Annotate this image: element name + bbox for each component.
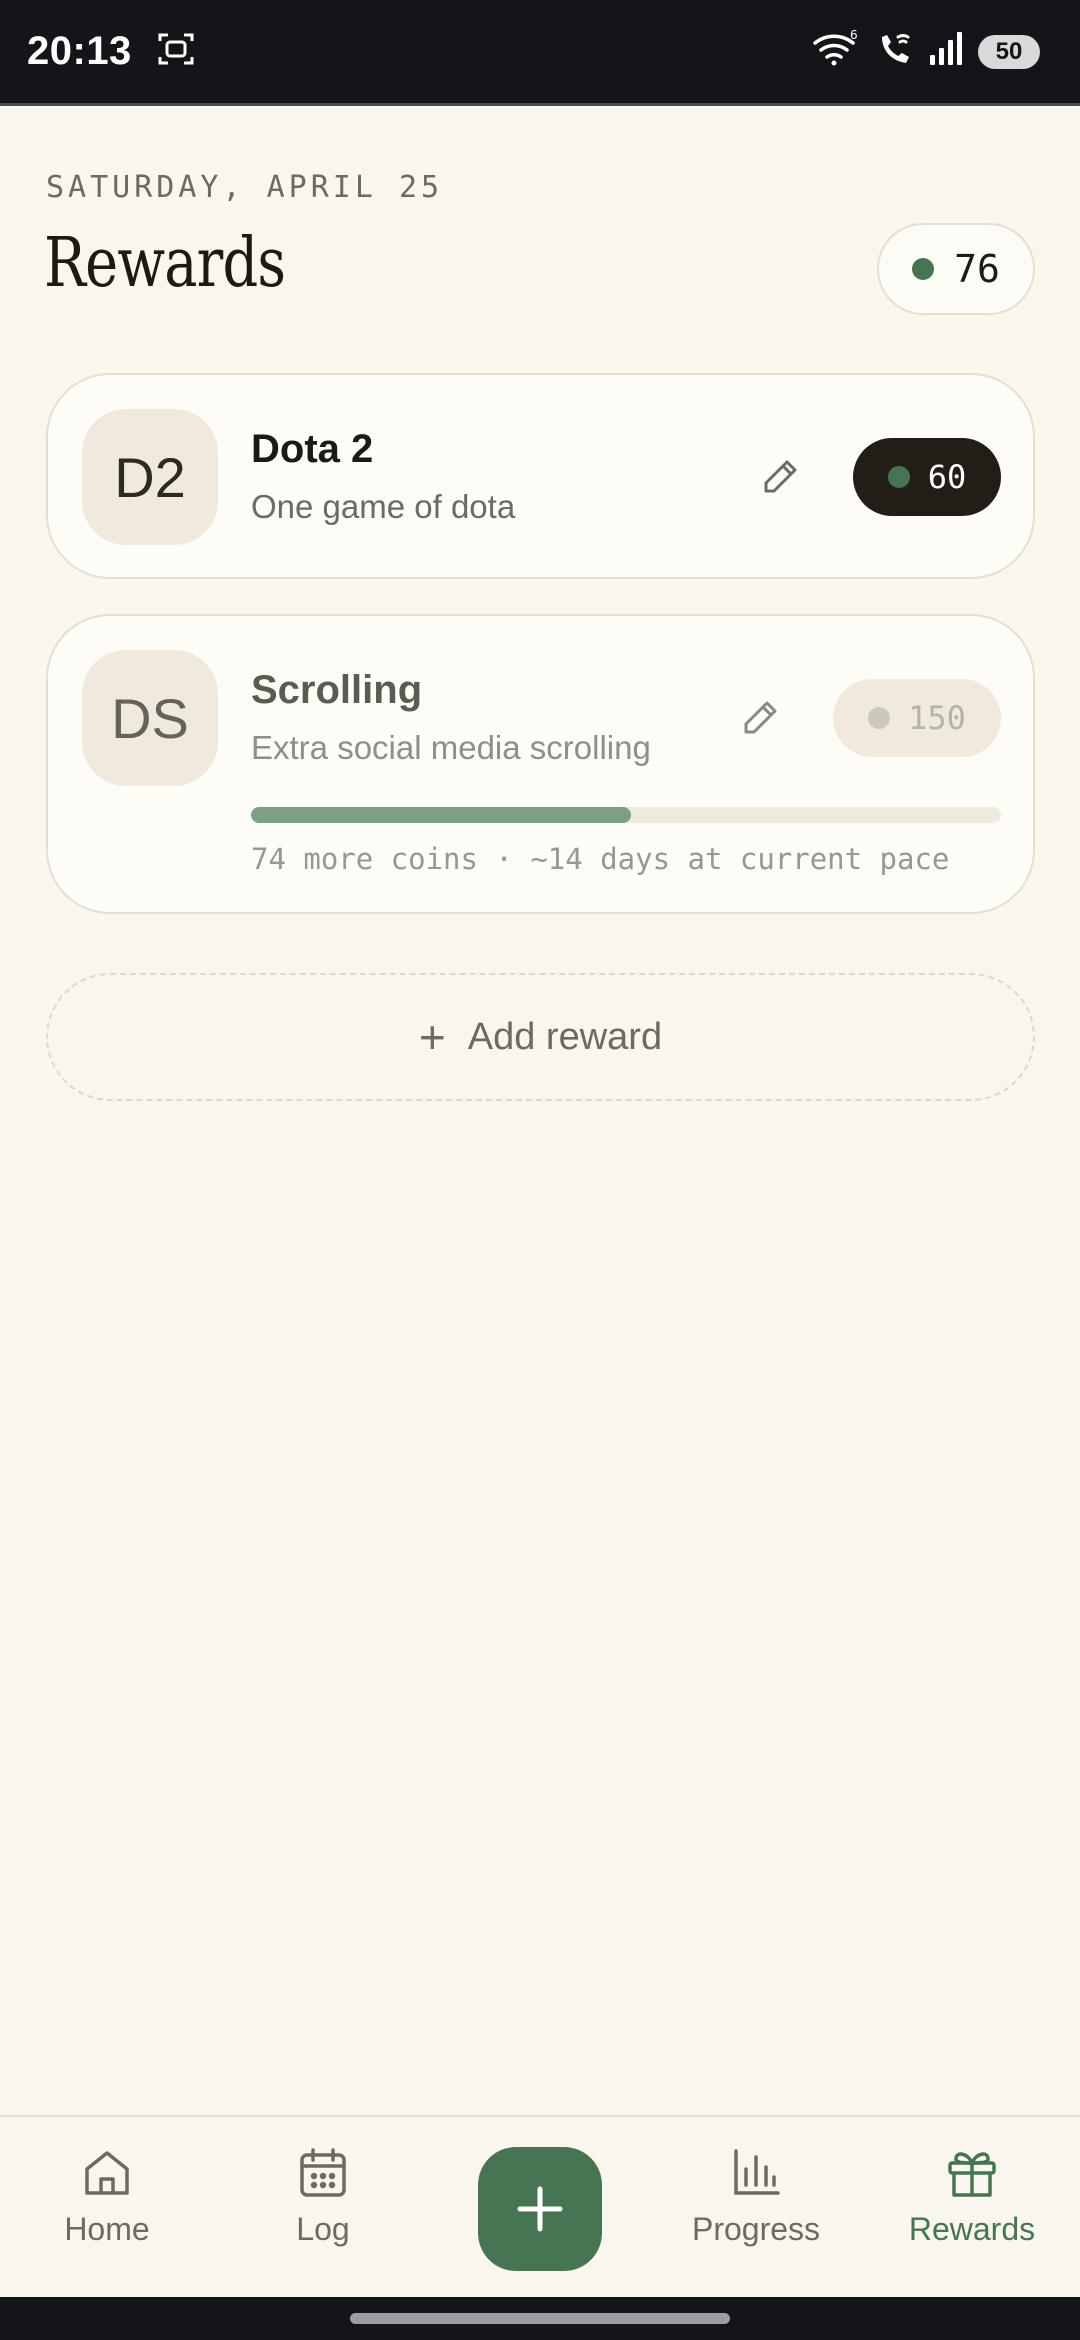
reward-name: Dota 2 (251, 427, 374, 471)
reward-progress-text: 74 more coins · ~14 days at current pace (251, 842, 950, 876)
status-bar: 20:13 6 50 (0, 0, 1080, 106)
signal-icon (928, 29, 964, 74)
add-reward-label: Add reward (467, 1015, 663, 1058)
status-right: 6 50 (812, 28, 1040, 74)
svg-text:6: 6 (850, 29, 858, 42)
reward-progress-fill (251, 807, 632, 823)
gift-icon (948, 2152, 996, 2197)
nav-item-progress[interactable]: Progress (666, 2145, 846, 2248)
nav-item-rewards[interactable]: Rewards (882, 2145, 1062, 2248)
coin-icon (912, 258, 935, 280)
coin-balance-value: 76 (954, 247, 1000, 291)
status-left: 20:13 (27, 29, 196, 74)
plus-icon (517, 2186, 563, 2232)
bar-chart-icon (734, 2149, 780, 2195)
reward-progress-bar (251, 807, 1001, 823)
reward-name: Scrolling (251, 668, 423, 712)
reward-cost: 150 (908, 699, 966, 737)
reward-card[interactable]: D2 Dota 2 One game of dota 60 (46, 373, 1035, 579)
screenshot-icon (156, 29, 196, 74)
reward-cost: 60 (927, 458, 967, 496)
redeem-button[interactable]: 150 (833, 679, 1001, 757)
nav-item-home[interactable]: Home (17, 2145, 197, 2248)
bottom-nav: Home Log Progress Rewards (0, 2115, 1080, 2297)
pencil-icon (764, 460, 797, 493)
reward-avatar: DS (82, 650, 218, 786)
add-reward-button[interactable]: + Add reward (46, 973, 1035, 1101)
redeem-button[interactable]: 60 (853, 438, 1001, 516)
coin-icon (868, 707, 891, 729)
date-label: SATURDAY, APRIL 25 (46, 170, 444, 205)
wifi-call-icon (876, 29, 914, 74)
nav-label-rewards: Rewards (908, 2211, 1036, 2247)
home-icon (85, 2151, 129, 2195)
edit-reward-button[interactable] (750, 447, 810, 507)
status-time: 20:13 (27, 29, 132, 73)
reward-description: Extra social media scrolling (251, 729, 651, 766)
gesture-bar (0, 2297, 1080, 2340)
page-title: Rewards (44, 224, 286, 303)
coin-balance-badge[interactable]: 76 (877, 223, 1035, 315)
plus-icon: + (418, 1011, 446, 1063)
reward-avatar: D2 (82, 409, 218, 545)
coin-icon (887, 466, 910, 488)
reward-card[interactable]: DS Scrolling Extra social media scrollin… (46, 614, 1035, 914)
add-entry-button[interactable] (478, 2147, 602, 2271)
pencil-icon (744, 701, 777, 734)
edit-reward-button[interactable] (730, 688, 790, 748)
nav-item-log[interactable]: Log (233, 2145, 413, 2248)
nav-label-home: Home (64, 2211, 150, 2247)
calendar-icon (300, 2148, 346, 2197)
wifi-icon: 6 (812, 28, 862, 74)
nav-label-progress: Progress (691, 2211, 821, 2247)
battery-icon: 50 (978, 34, 1040, 69)
reward-description: One game of dota (251, 488, 516, 525)
nav-label-log: Log (296, 2211, 350, 2247)
gesture-handle[interactable] (350, 2313, 730, 2324)
